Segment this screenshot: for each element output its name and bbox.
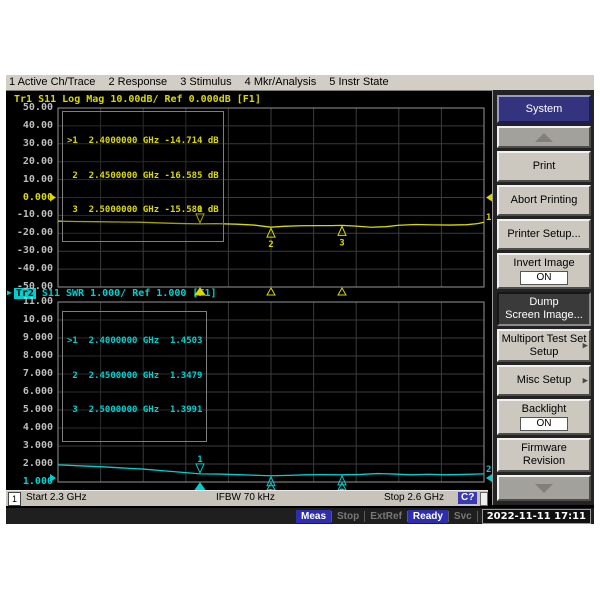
y-axis-label: 1.000 bbox=[22, 476, 53, 487]
y-axis-label: -40.00 bbox=[16, 263, 53, 275]
softkey-menu-title: System bbox=[497, 95, 591, 123]
channel-number-box: 1 bbox=[8, 492, 21, 506]
trace1-marker-table: >1 2.4000000 GHz -14.714 dB 2 2.4500000 … bbox=[62, 111, 224, 242]
multiport-test-set-setup-button[interactable]: Multiport Test Set Setup ▶ bbox=[497, 329, 591, 362]
y-axis-label: -50.00 bbox=[16, 281, 53, 292]
marker-row: 3 2.5000000 GHz -15.580 dB bbox=[67, 205, 219, 215]
analyzer-screen: 1 Active Ch/Trace 2 Response 3 Stimulus … bbox=[6, 75, 594, 524]
status-meas: Meas bbox=[295, 509, 331, 523]
firmware-revision-button[interactable]: Firmware Revision bbox=[497, 438, 591, 472]
y-axis-label: 5.000 bbox=[22, 404, 53, 415]
submenu-arrow-icon: ▶ bbox=[582, 342, 588, 349]
dump-label-line2: Screen Image... bbox=[505, 309, 583, 321]
dump-screen-image-button[interactable]: Dump Screen Image... bbox=[497, 292, 591, 326]
ifbw-label: IFBW 70 kHz bbox=[216, 492, 275, 503]
y-axis-label: 0.000 bbox=[22, 191, 53, 203]
backlight-state: ON bbox=[520, 417, 568, 431]
up-triangle-icon bbox=[535, 132, 553, 142]
firmware-label-line1: Firmware bbox=[521, 442, 567, 454]
y-axis-label: 11.00 bbox=[22, 296, 53, 307]
y-axis-label: -20.00 bbox=[16, 227, 53, 239]
marker-row: 2 2.4500000 GHz 1.3479 bbox=[67, 370, 203, 381]
correction-status-badge: C? bbox=[458, 492, 478, 504]
multiport-label-line2: Setup bbox=[529, 345, 559, 358]
y-axis-label: 10.00 bbox=[22, 314, 53, 325]
backlight-label: Backlight bbox=[521, 403, 567, 415]
marker-row: 2 2.4500000 GHz -16.585 dB bbox=[67, 170, 219, 181]
abort-printing-button[interactable]: Abort Printing bbox=[497, 185, 591, 216]
marker-number: 3 bbox=[339, 238, 344, 248]
y-axis-label: 6.000 bbox=[22, 386, 53, 397]
backlight-button[interactable]: Backlight ON bbox=[497, 399, 591, 435]
multiport-label-line1: Multiport Test Set bbox=[501, 332, 587, 345]
status-stop: Stop bbox=[337, 510, 360, 522]
status-bar: Meas Stop ExtRef Ready Svc 2022-11-11 17… bbox=[6, 508, 594, 524]
marker-stimulus-indicator bbox=[337, 286, 347, 296]
stop-frequency-label: Stop 2.6 GHz bbox=[384, 492, 445, 503]
status-separator bbox=[476, 510, 478, 522]
y-axis-label: 4.000 bbox=[22, 422, 53, 433]
invert-image-state: ON bbox=[520, 271, 568, 285]
marker-glyph bbox=[337, 225, 347, 236]
y-axis-label: 10.00 bbox=[22, 173, 53, 185]
start-frequency-label: Start 2.3 GHz bbox=[26, 492, 87, 503]
submenu-arrow-icon: ▶ bbox=[582, 377, 588, 384]
printer-setup-button[interactable]: Printer Setup... bbox=[497, 219, 591, 250]
trace-end-number: 2 bbox=[486, 465, 491, 475]
corner-box bbox=[480, 492, 488, 506]
softkey-menu: System Print Abort Printing Printer Setu… bbox=[492, 90, 594, 505]
marker-stimulus-indicator bbox=[194, 482, 206, 491]
screenshot-page: 1 Active Ch/Trace 2 Response 3 Stimulus … bbox=[0, 0, 600, 600]
scroll-up-button[interactable] bbox=[497, 126, 591, 148]
y-axis-label: 3.000 bbox=[22, 440, 53, 451]
scroll-down-button[interactable] bbox=[497, 475, 591, 501]
marker-row: >1 2.4000000 GHz 1.4503 bbox=[67, 336, 203, 346]
firmware-label-line2: Revision bbox=[522, 455, 566, 467]
marker-number: 2 bbox=[268, 240, 273, 250]
y-axis-label: 50.00 bbox=[22, 102, 53, 113]
down-triangle-icon bbox=[535, 483, 553, 493]
stimulus-bar: 1 Start 2.3 GHz IFBW 70 kHz Stop 2.6 GHz… bbox=[6, 490, 488, 506]
y-axis-label: -10.00 bbox=[16, 209, 53, 221]
y-axis-label: 40.00 bbox=[22, 119, 53, 131]
status-extref: ExtRef bbox=[370, 510, 402, 522]
status-svc: Svc bbox=[453, 510, 472, 522]
y-axis-label: 20.00 bbox=[22, 155, 53, 167]
status-ready: Ready bbox=[407, 509, 448, 523]
y-axis-label: 7.000 bbox=[22, 368, 53, 379]
marker-stimulus-indicator bbox=[266, 286, 276, 296]
marker-row: 3 2.5000000 GHz 1.3991 bbox=[67, 405, 203, 415]
misc-setup-button[interactable]: Misc Setup ▶ bbox=[497, 365, 591, 396]
y-axis-label: 9.000 bbox=[22, 332, 53, 343]
invert-image-button[interactable]: Invert Image ON bbox=[497, 253, 591, 289]
dump-label-line1: Dump bbox=[529, 296, 559, 308]
marker-glyph bbox=[195, 463, 205, 475]
y-axis-label: -30.00 bbox=[16, 245, 53, 257]
invert-image-label: Invert Image bbox=[513, 257, 575, 269]
misc-setup-label: Misc Setup bbox=[516, 374, 572, 386]
print-button[interactable]: Print bbox=[497, 151, 591, 182]
y-axis-label: 2.000 bbox=[22, 458, 53, 469]
marker-row: >1 2.4000000 GHz -14.714 dB bbox=[67, 136, 219, 146]
y-axis-label: 8.000 bbox=[22, 350, 53, 361]
marker-stimulus-indicator bbox=[194, 287, 206, 296]
trace-end-number: 1 bbox=[486, 213, 491, 223]
marker-number: 1 bbox=[197, 455, 202, 465]
y-axis-label: 30.00 bbox=[22, 137, 53, 149]
trace2-marker-table: >1 2.4000000 GHz 1.4503 2 2.4500000 GHz … bbox=[62, 311, 208, 442]
clock: 2022-11-11 17:11 bbox=[481, 508, 591, 524]
